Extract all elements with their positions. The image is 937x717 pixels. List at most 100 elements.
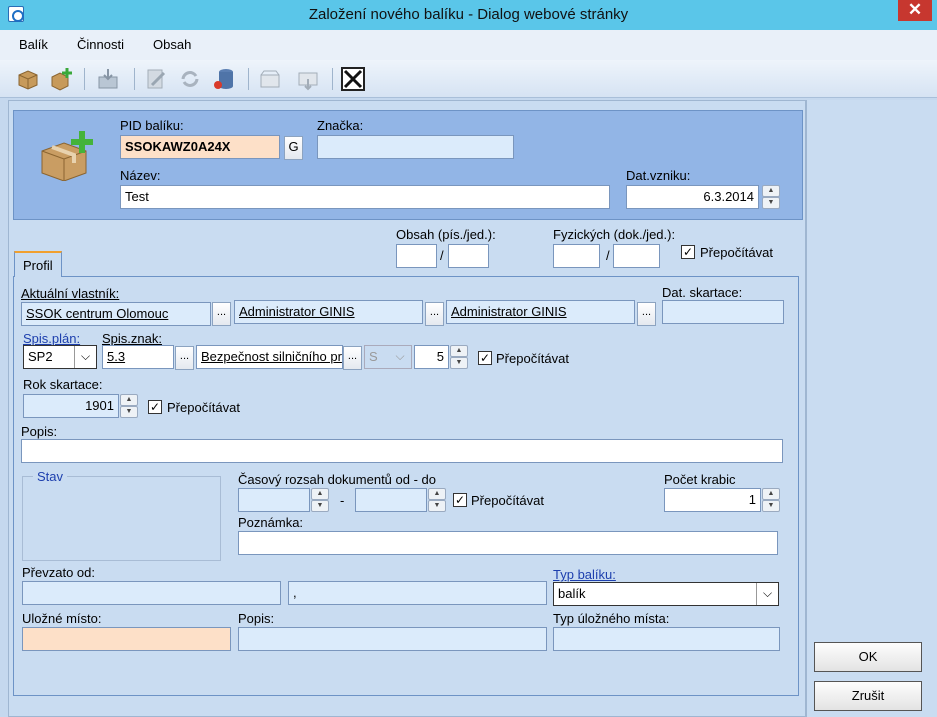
date-spinner[interactable]: ▲ ▼: [762, 185, 780, 209]
pocet-krabic-field[interactable]: 1: [664, 488, 761, 512]
rozsah-do-field[interactable]: [355, 488, 427, 512]
rozsah-od-spinner[interactable]: ▲ ▼: [311, 488, 329, 512]
spis-desc-browse-button[interactable]: ...: [343, 346, 362, 370]
chevron-down-icon: ⌵: [74, 346, 96, 368]
spis-znak-field[interactable]: 5.3: [102, 345, 174, 369]
prepocitavat-rozsah-checkbox[interactable]: ✓: [453, 493, 467, 507]
refresh-icon[interactable]: [178, 67, 202, 91]
ulozne-misto-label: Uložné místo:: [22, 611, 102, 626]
close-button[interactable]: ✕: [898, 0, 932, 21]
prepocitavat-label: Přepočítávat: [471, 493, 544, 508]
tray-down-icon[interactable]: [296, 67, 320, 91]
prepocitavat-label: Přepočítávat: [167, 400, 240, 415]
prepocitavat-label: Přepočítávat: [700, 245, 773, 260]
close-x-icon[interactable]: [341, 67, 365, 91]
prepocitavat-rok-checkbox[interactable]: ✓: [148, 400, 162, 414]
owner-user2-browse-button[interactable]: ...: [637, 302, 656, 326]
owner-org-browse-button[interactable]: ...: [212, 302, 231, 326]
pocet-krabic-label: Počet krabic: [664, 472, 736, 487]
typ-baliku-select[interactable]: balík ⌵: [553, 582, 779, 606]
casovy-rozsah-label: Časový rozsah dokumentů od - do: [238, 472, 436, 487]
package-icon[interactable]: [16, 67, 40, 91]
dat-skartace-label: Dat. skartace:: [662, 285, 743, 300]
rok-skartace-spinner[interactable]: ▲ ▼: [120, 394, 138, 418]
generate-pid-button[interactable]: G: [284, 136, 303, 160]
spis-znak-browse-button[interactable]: ...: [175, 346, 194, 370]
title-bar: Založení nového balíku - Dialog webové s…: [0, 0, 937, 30]
package-add-icon: [41, 131, 93, 181]
spis-znak-label: Spis.znak:: [102, 331, 162, 346]
chevron-down-icon: ⌵: [756, 583, 778, 605]
znacka-field[interactable]: [317, 135, 514, 159]
database-icon[interactable]: [212, 67, 236, 91]
pocet-krabic-spinner[interactable]: ▲ ▼: [762, 488, 780, 512]
dat-vzniku-label: Dat.vzniku:: [626, 168, 691, 183]
tab-profil[interactable]: Profil: [14, 251, 62, 277]
ok-button[interactable]: OK: [814, 642, 922, 672]
dat-skartace-field[interactable]: [662, 300, 784, 324]
fyzickych-dok-field[interactable]: [553, 244, 600, 268]
menu-cinnosti[interactable]: Činnosti: [77, 37, 124, 52]
typ-ulozneho-field[interactable]: [553, 627, 780, 651]
skart-znak-value: S: [369, 349, 378, 364]
obsah-jed-field[interactable]: [448, 244, 489, 268]
menu-bar: Balík Činnosti Obsah: [0, 30, 937, 60]
prevzato-field[interactable]: [22, 581, 281, 605]
pid-label: PID balíku:: [120, 118, 184, 133]
dat-vzniku-field[interactable]: 6.3.2014: [626, 185, 759, 209]
edit-icon[interactable]: [144, 67, 168, 91]
slash: /: [606, 248, 610, 263]
znacka-label: Značka:: [317, 118, 364, 133]
skart-lhuta-field[interactable]: 5: [414, 345, 449, 369]
prepocitavat-counts-checkbox[interactable]: ✓: [681, 245, 695, 259]
prepocitavat-label: Přepočítávat: [496, 351, 569, 366]
rozsah-do-spinner[interactable]: ▲ ▼: [428, 488, 446, 512]
prevzato-field-2[interactable]: ,: [288, 581, 547, 605]
prepocitavat-lhuta-checkbox[interactable]: ✓: [478, 351, 492, 365]
nazev-field[interactable]: Test: [120, 185, 610, 209]
rok-skartace-label: Rok skartace:: [23, 377, 103, 392]
spis-plan-value: SP2: [28, 349, 53, 364]
popis-field[interactable]: [21, 439, 783, 463]
obsah-label: Obsah (pís./jed.):: [396, 227, 496, 242]
slash: /: [440, 248, 444, 263]
fyzickych-jed-field[interactable]: [613, 244, 660, 268]
typ-ulozneho-label: Typ úložného místa:: [553, 611, 670, 626]
import-icon[interactable]: [96, 67, 120, 91]
toolbar: [0, 60, 937, 98]
package-header: PID balíku: SSOKAWZ0A24X G Značka: Název…: [13, 110, 803, 220]
package-add-icon[interactable]: [50, 67, 74, 91]
obsah-pis-field[interactable]: [396, 244, 437, 268]
chevron-down-icon: ⌵: [389, 346, 411, 368]
owner-org-field[interactable]: SSOK centrum Olomouc: [21, 302, 211, 326]
owner-user2-field[interactable]: Administrator GINIS: [446, 300, 635, 324]
typ-baliku-label: Typ balíku:: [553, 567, 616, 582]
popis2-label: Popis:: [238, 611, 275, 626]
pid-field[interactable]: SSOKAWZ0A24X: [120, 135, 280, 159]
owner-label: Aktuální vlastník:: [21, 286, 120, 301]
ulozne-misto-field[interactable]: [22, 627, 231, 651]
owner-user1-field[interactable]: Administrator GINIS: [234, 300, 423, 324]
popis-label: Popis:: [21, 424, 58, 439]
nazev-label: Název:: [120, 168, 161, 183]
stav-label: Stav: [33, 469, 68, 484]
spis-plan-select[interactable]: SP2 ⌵: [23, 345, 97, 369]
spis-znak-desc-field[interactable]: Bezpečnost silničního pr: [196, 345, 343, 369]
fyzickych-label: Fyzických (dok./jed.):: [553, 227, 676, 242]
skart-lhuta-spinner[interactable]: ▲ ▼: [450, 345, 468, 369]
menu-obsah[interactable]: Obsah: [153, 37, 191, 52]
owner-user1-browse-button[interactable]: ...: [425, 302, 444, 326]
skart-znak-select[interactable]: S ⌵: [364, 345, 412, 369]
cancel-button[interactable]: Zrušit: [814, 681, 922, 711]
typ-baliku-value: balík: [558, 586, 586, 601]
tray-icon[interactable]: [258, 67, 282, 91]
range-dash: -: [340, 493, 345, 508]
ie-icon: [8, 6, 24, 22]
window-title: Založení nového balíku - Dialog webové s…: [308, 6, 629, 23]
rok-skartace-field[interactable]: 1901: [23, 394, 119, 418]
poznamka-label: Poznámka:: [238, 515, 304, 530]
rozsah-od-field[interactable]: [238, 488, 310, 512]
poznamka-field[interactable]: [238, 531, 778, 555]
popis2-field[interactable]: [238, 627, 547, 651]
menu-balik[interactable]: Balík: [19, 37, 48, 52]
